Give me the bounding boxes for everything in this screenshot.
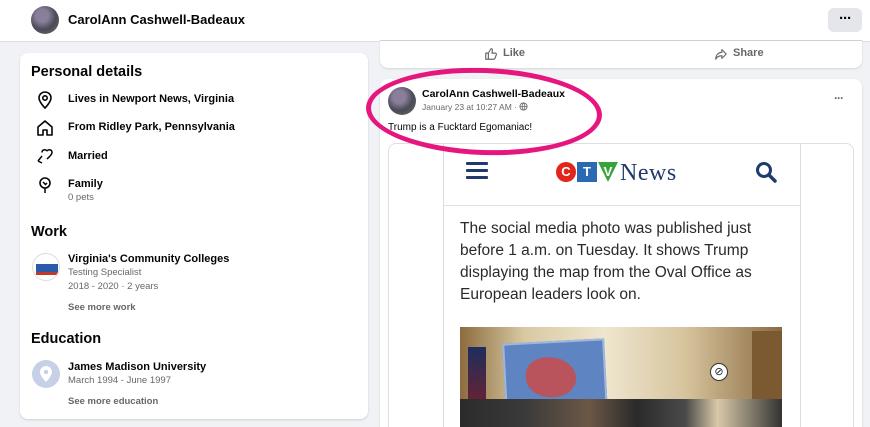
work-title: Work bbox=[31, 224, 67, 240]
profile-avatar[interactable] bbox=[31, 6, 59, 34]
see-more-education-link[interactable]: See more education bbox=[68, 396, 158, 407]
shared-image[interactable]: C T V News The social media photo was pu… bbox=[388, 143, 854, 427]
job-dates: 2018 - 2020 · 2 years bbox=[68, 281, 159, 292]
family-icon bbox=[39, 177, 51, 193]
logo-letter-c: C bbox=[556, 162, 576, 182]
intro-card: Personal details Lives in Newport News, … bbox=[20, 53, 368, 419]
logo-news-word: News bbox=[620, 160, 677, 186]
menu-icon bbox=[466, 162, 488, 180]
family-subtext: 0 pets bbox=[68, 192, 94, 203]
ctv-news-logo: C T V News bbox=[556, 158, 688, 188]
blocked-icon: ⊘ bbox=[710, 363, 728, 381]
school-dates: March 1994 - June 1997 bbox=[68, 375, 171, 386]
education-title: Education bbox=[31, 331, 102, 347]
search-icon bbox=[756, 162, 777, 183]
job-title: Testing Specialist bbox=[68, 267, 142, 278]
share-icon[interactable] bbox=[714, 47, 728, 61]
logo-letter-t: T bbox=[577, 162, 597, 182]
school-logo[interactable] bbox=[32, 360, 60, 388]
share-button[interactable]: Share bbox=[733, 47, 764, 59]
profile-name[interactable]: CarolAnn Cashwell-Badeaux bbox=[68, 12, 245, 27]
logo-letter-v: V bbox=[598, 162, 618, 182]
like-icon[interactable] bbox=[484, 47, 498, 61]
home-icon bbox=[37, 120, 53, 136]
profile-header-bar: CarolAnn Cashwell-Badeaux ··· bbox=[0, 0, 870, 42]
oval-office-photo: ⊘ bbox=[460, 327, 782, 427]
like-button[interactable]: Like bbox=[503, 47, 525, 59]
post-options-button[interactable]: ··· bbox=[834, 91, 844, 105]
news-screenshot: C T V News The social media photo was pu… bbox=[443, 144, 801, 427]
from-text: From Ridley Park, Pennsylvania bbox=[68, 121, 235, 133]
location-pin-icon bbox=[38, 91, 52, 110]
family-text: Family bbox=[68, 178, 103, 190]
heart-icon bbox=[37, 149, 53, 164]
lives-in-text: Lives in Newport News, Virginia bbox=[68, 93, 235, 105]
article-paragraph: The social media photo was published jus… bbox=[460, 220, 752, 303]
employer-name[interactable]: Virginia's Community Colleges bbox=[68, 253, 229, 265]
personal-details-title: Personal details bbox=[31, 64, 143, 80]
previous-post-action-bar: Like Share bbox=[380, 40, 862, 68]
school-name[interactable]: James Madison University bbox=[68, 361, 206, 373]
more-options-button[interactable]: ··· bbox=[828, 8, 862, 32]
relationship-text: Married bbox=[68, 150, 108, 162]
employer-logo[interactable] bbox=[32, 253, 60, 281]
see-more-work-link[interactable]: See more work bbox=[68, 302, 136, 313]
